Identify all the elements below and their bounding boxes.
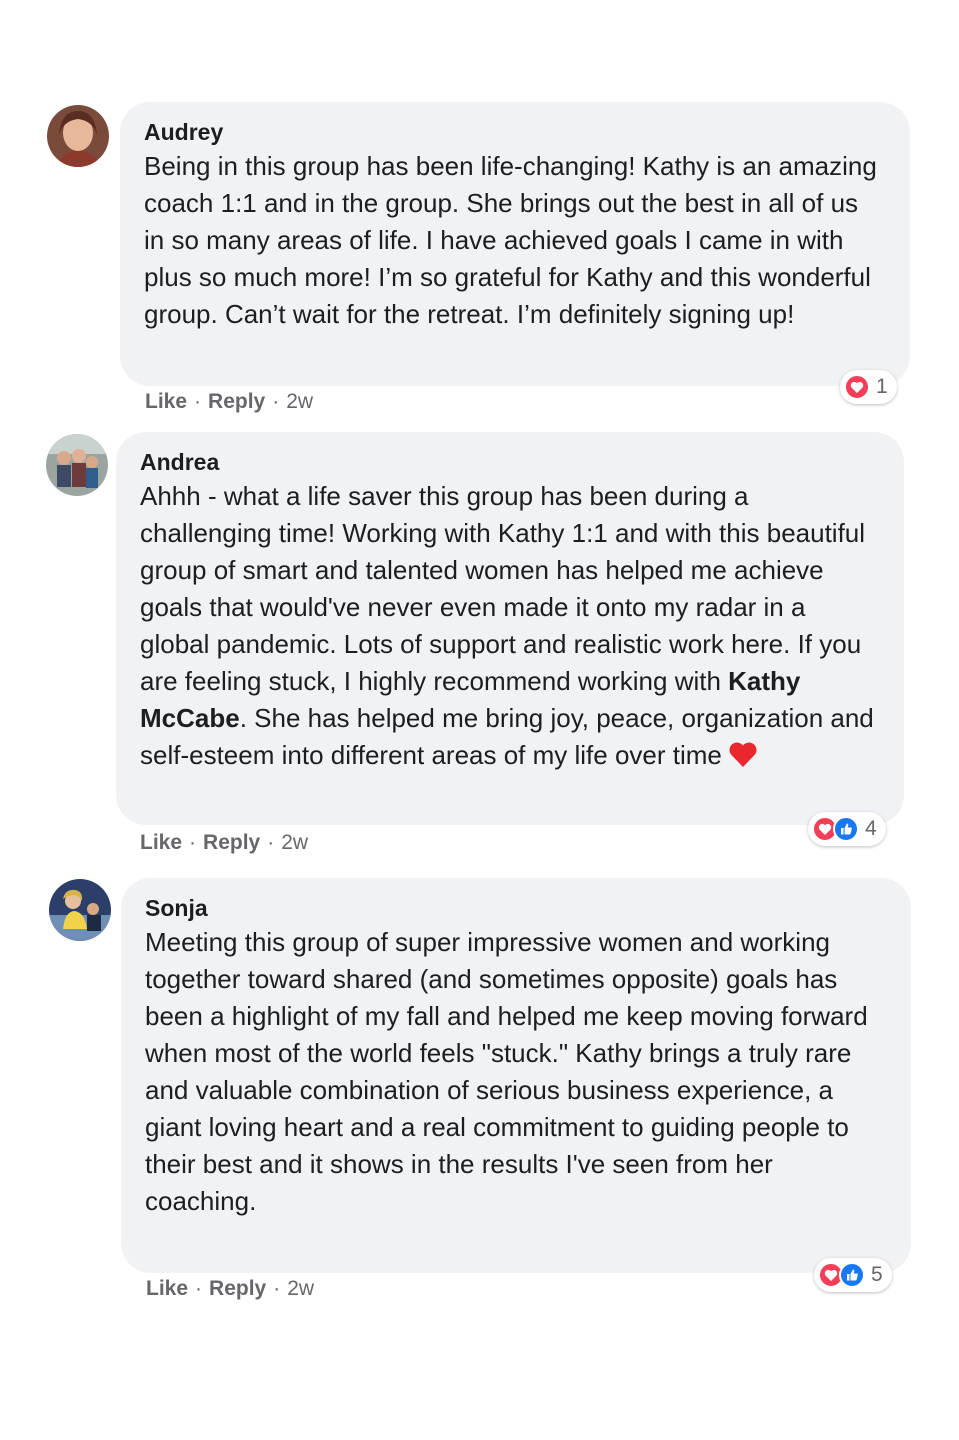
comment-bubble: Audrey Being in this group has been life… [120, 102, 910, 386]
comment-text: Ahhh - what a life saver this group has … [140, 478, 878, 778]
heart-emoji-icon [728, 741, 758, 778]
comment-actions: Like · Reply · 2w [146, 1277, 314, 1301]
separator: · [195, 1277, 203, 1300]
reaction-count: 1 [876, 375, 888, 398]
reply-button[interactable]: Reply [203, 831, 260, 855]
love-icon [844, 374, 870, 400]
comment-text: Being in this group has been life-changi… [144, 151, 877, 329]
separator: · [272, 390, 280, 413]
comment-timestamp[interactable]: 2w [281, 831, 308, 855]
avatar[interactable] [47, 105, 109, 167]
comment-author[interactable]: Sonja [145, 892, 885, 924]
reaction-summary[interactable]: 4 [808, 812, 886, 846]
reaction-count: 5 [871, 1263, 883, 1286]
like-icon [833, 816, 859, 842]
comment-actions: Like · Reply · 2w [145, 390, 313, 414]
like-button[interactable]: Like [140, 831, 182, 855]
comment-bubble: Sonja Meeting this group of super impres… [121, 878, 911, 1273]
comment-timestamp[interactable]: 2w [286, 390, 313, 414]
reply-button[interactable]: Reply [209, 1277, 266, 1301]
comment-bubble: Andrea Ahhh - what a life saver this gro… [116, 432, 904, 825]
like-button[interactable]: Like [145, 390, 187, 414]
like-button[interactable]: Like [146, 1277, 188, 1301]
reaction-summary[interactable]: 1 [840, 370, 897, 404]
comment-author[interactable]: Andrea [140, 446, 878, 478]
reply-button[interactable]: Reply [208, 390, 265, 414]
like-icon [839, 1262, 865, 1288]
avatar[interactable] [49, 879, 111, 941]
reaction-count: 4 [865, 817, 877, 840]
comment-timestamp[interactable]: 2w [287, 1277, 314, 1301]
comment-text: Meeting this group of super impressive w… [145, 927, 868, 1216]
avatar[interactable] [46, 434, 108, 496]
comment-actions: Like · Reply · 2w [140, 831, 308, 855]
separator: · [189, 831, 197, 854]
separator: · [273, 1277, 281, 1300]
comment-text-part: . She has helped me bring joy, peace, or… [140, 703, 874, 770]
comment-author[interactable]: Audrey [144, 116, 884, 148]
comment-text-part: Ahhh - what a life saver this group has … [140, 481, 866, 696]
reaction-summary[interactable]: 5 [814, 1258, 892, 1292]
separator: · [267, 831, 275, 854]
separator: · [194, 390, 202, 413]
